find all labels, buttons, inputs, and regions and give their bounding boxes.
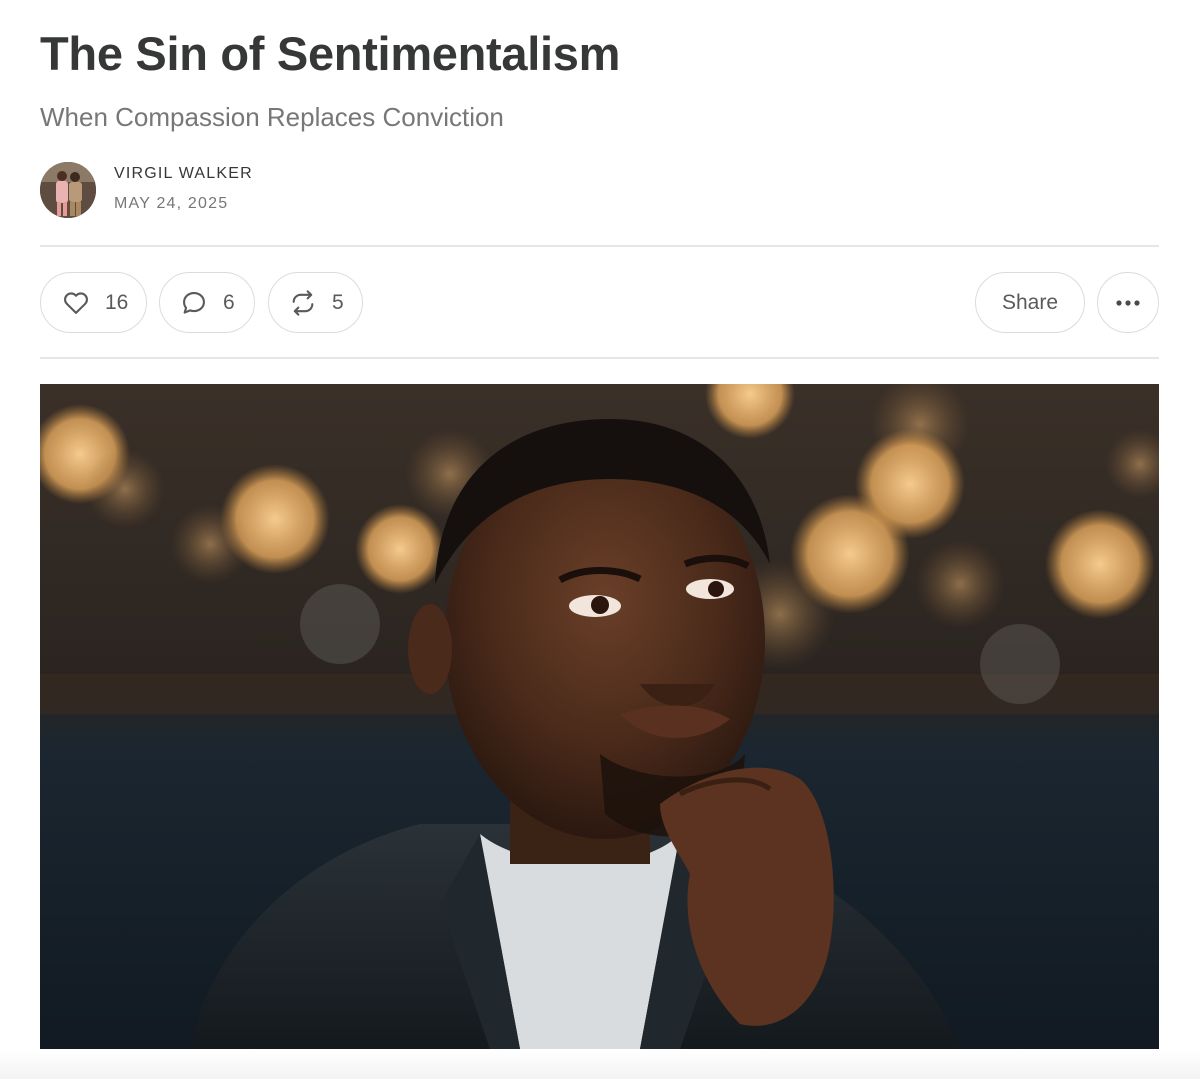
share-label: Share bbox=[1001, 290, 1059, 314]
divider-bottom bbox=[40, 357, 1159, 359]
like-button[interactable]: 16 bbox=[40, 272, 147, 333]
post-date: MAY 24, 2025 bbox=[114, 195, 229, 212]
restack-arrows-icon bbox=[288, 289, 318, 317]
post-subtitle: When Compassion Replaces Conviction bbox=[40, 102, 504, 132]
more-options-button[interactable] bbox=[1097, 272, 1159, 333]
author-avatar[interactable] bbox=[40, 162, 96, 218]
byline: VIRGIL WALKER MAY 24, 2025 bbox=[40, 162, 253, 218]
comment-button[interactable]: 6 bbox=[159, 272, 255, 333]
heart-icon bbox=[61, 289, 91, 317]
restack-count: 5 bbox=[332, 290, 344, 314]
share-button[interactable]: Share bbox=[975, 272, 1085, 333]
speech-bubble-icon bbox=[179, 289, 209, 317]
hero-image bbox=[40, 384, 1159, 1049]
restack-button[interactable]: 5 bbox=[268, 272, 363, 333]
ellipsis-icon bbox=[1115, 299, 1141, 307]
bottom-fade bbox=[0, 1049, 1200, 1079]
post-actions: 16 6 5 Share bbox=[40, 272, 1159, 334]
divider-top bbox=[40, 245, 1159, 247]
post-title: The Sin of Sentimentalism bbox=[40, 27, 621, 80]
comment-count: 6 bbox=[223, 290, 235, 314]
like-count: 16 bbox=[105, 290, 129, 314]
author-name[interactable]: VIRGIL WALKER bbox=[114, 164, 253, 184]
